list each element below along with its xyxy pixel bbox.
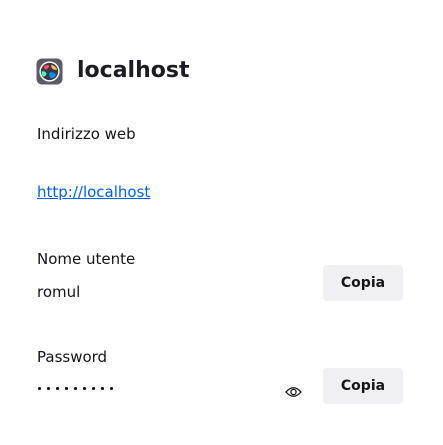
copy-password-button[interactable]: Copia bbox=[323, 368, 403, 404]
password-masked-value bbox=[38, 387, 113, 390]
username-label: Nome utente bbox=[37, 250, 136, 268]
password-label: Password bbox=[37, 348, 108, 366]
login-header: localhost bbox=[36, 56, 189, 86]
web-address-label: Indirizzo web bbox=[37, 125, 136, 143]
username-value: romul bbox=[37, 283, 81, 301]
web-address-link[interactable]: http://localhost bbox=[37, 181, 150, 203]
site-title: localhost bbox=[77, 58, 190, 83]
copy-username-button[interactable]: Copia bbox=[323, 265, 403, 301]
globe-favicon-icon bbox=[36, 57, 63, 85]
reveal-password-button[interactable] bbox=[280, 381, 306, 403]
eye-icon bbox=[284, 387, 302, 397]
